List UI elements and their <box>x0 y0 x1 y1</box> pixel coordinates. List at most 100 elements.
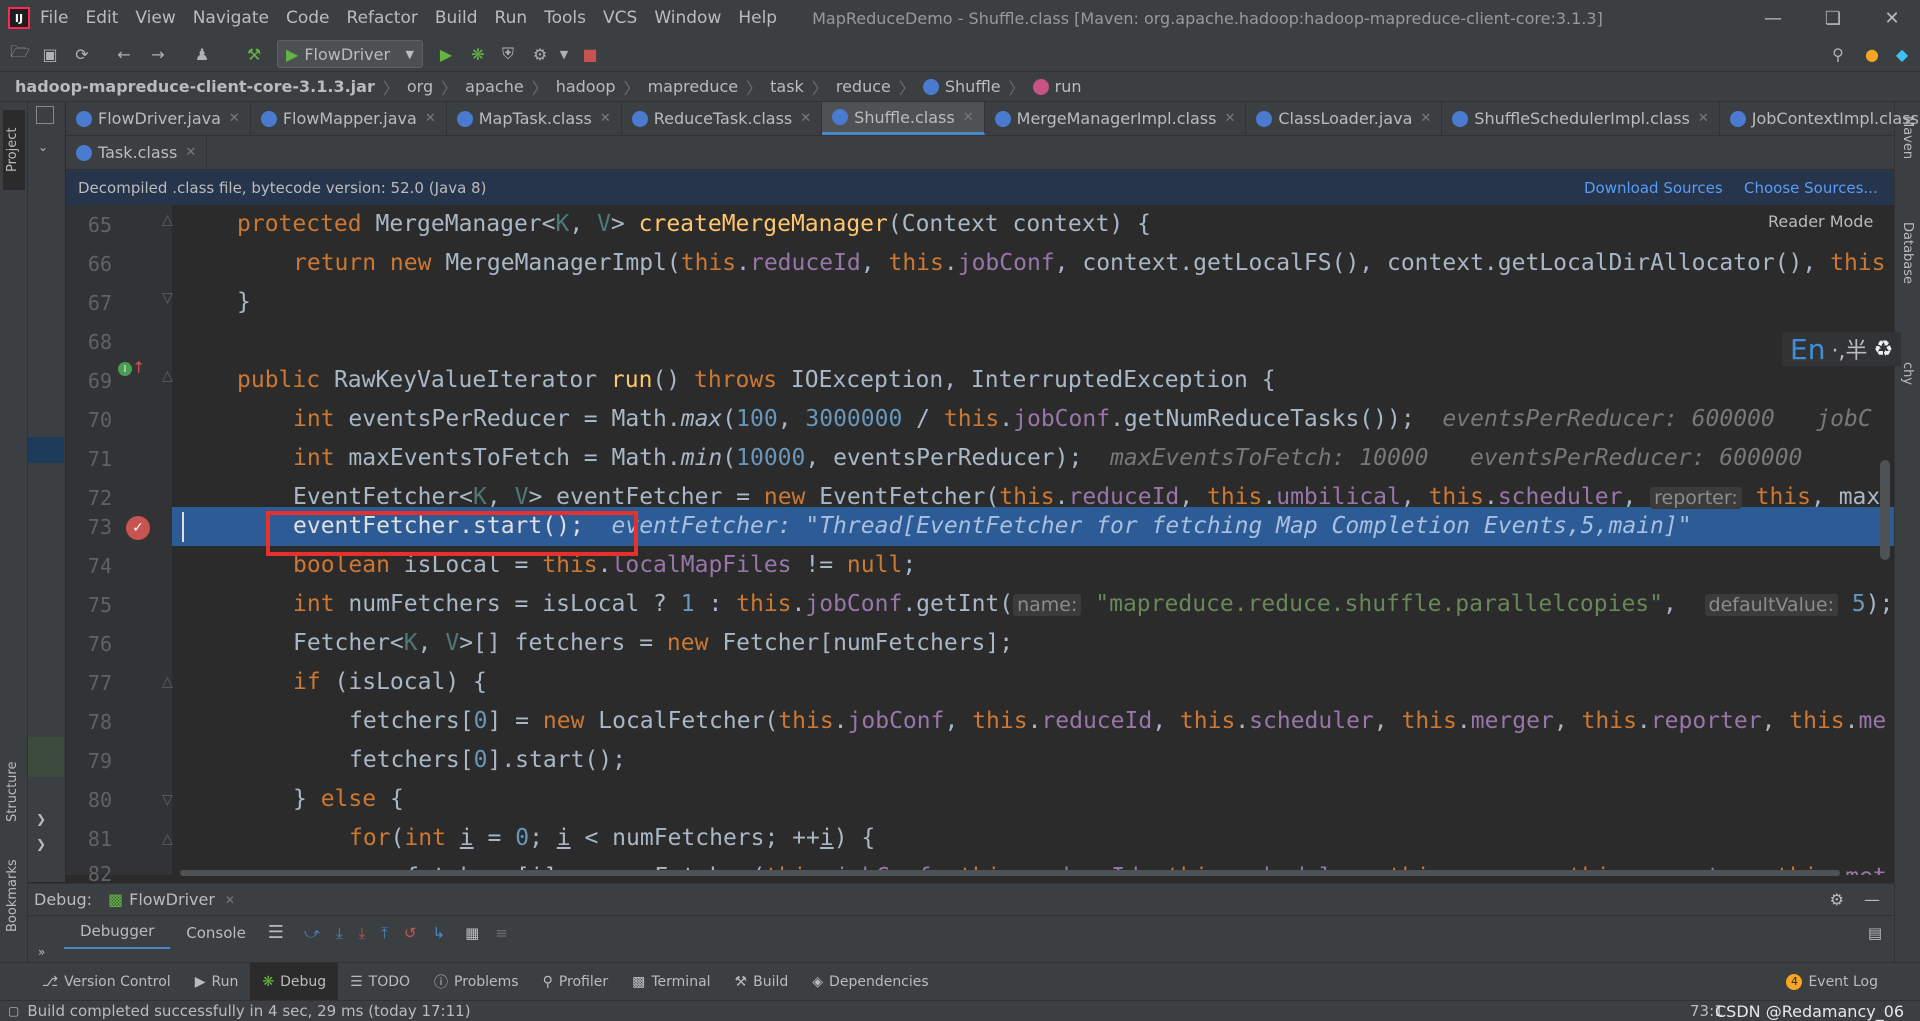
menu-refactor[interactable]: Refactor <box>347 8 418 28</box>
close-icon[interactable]: ✕ <box>425 111 436 126</box>
fold-icon[interactable]: △ <box>162 212 173 228</box>
database-tool-label[interactable]: Database <box>1900 222 1915 284</box>
bookmarks-tool-label[interactable]: Bookmarks <box>5 859 20 932</box>
tool-dependencies[interactable]: ◈ Dependencies <box>800 963 940 1001</box>
trace-icon[interactable]: ≡ <box>495 924 508 942</box>
download-sources-link[interactable]: Download Sources <box>1584 179 1723 197</box>
hierarchy-tool-label[interactable]: chy <box>1900 362 1915 385</box>
tool-build[interactable]: ⚒ Build <box>723 963 801 1001</box>
gear-icon[interactable]: ⚙ <box>1830 890 1844 909</box>
open-folder-icon[interactable]: 🗁 <box>8 42 32 66</box>
restore-icon[interactable]: ❏ <box>1805 0 1861 36</box>
tab-reducetask[interactable]: ReduceTask.class ✕ <box>622 102 823 135</box>
tab-debugger[interactable]: Debugger <box>64 916 171 950</box>
tool-terminal[interactable]: ▩ Terminal <box>620 963 722 1001</box>
more-run-chevron-icon[interactable]: ▼ <box>552 42 576 66</box>
minimize-icon[interactable]: — <box>1745 0 1801 36</box>
breadcrumb-mapreduce[interactable]: mapreduce <box>648 77 739 96</box>
tab-flowmapper[interactable]: FlowMapper.java ✕ <box>251 102 447 135</box>
build-hammer-icon[interactable]: ⚒ <box>242 42 266 66</box>
tab-shuffleschedulerimpl[interactable]: ShuffleSchedulerImpl.class ✕ <box>1442 102 1720 135</box>
force-step-into-icon[interactable]: ⤓ <box>359 924 366 942</box>
menu-tools[interactable]: Tools <box>544 8 586 28</box>
forward-icon[interactable]: → <box>146 42 170 66</box>
tab-jobcontextimpl[interactable]: JobContextImpl.class✕ <box>1720 102 1920 135</box>
breadcrumb-hadoop[interactable]: hadoop <box>556 77 616 96</box>
ime-indicator[interactable]: En ·,半 ♻ <box>1782 332 1902 366</box>
menu-navigate[interactable]: Navigate <box>193 8 269 28</box>
search-icon[interactable]: ⚲ <box>1826 42 1850 66</box>
close-icon[interactable]: ✕ <box>1224 111 1235 126</box>
close-icon[interactable]: ✕ <box>1698 111 1709 126</box>
reader-mode-toggle[interactable]: Reader Mode <box>1768 212 1873 231</box>
evaluate-expression-icon[interactable]: ▦ <box>465 924 479 942</box>
chevron-right-icon[interactable]: ❯ <box>36 837 46 851</box>
tab-classloader[interactable]: ClassLoader.java ✕ <box>1246 102 1443 135</box>
menu-code[interactable]: Code <box>286 8 330 28</box>
update-icon[interactable]: ● <box>1860 42 1884 66</box>
toolbox-icon[interactable]: ◆ <box>1890 42 1914 66</box>
step-out-icon[interactable]: ⤒ <box>381 924 388 942</box>
close-icon[interactable]: ✕ <box>1864 0 1920 36</box>
minimize-panel-icon[interactable]: — <box>1864 890 1880 909</box>
menu-run[interactable]: Run <box>495 8 528 28</box>
expand-icon[interactable]: » <box>38 945 45 959</box>
breadcrumb-shuffle[interactable]: Shuffle <box>945 77 1001 96</box>
fold-icon[interactable]: △ <box>162 368 173 384</box>
close-icon[interactable]: ✕ <box>800 111 811 126</box>
tool-event-log[interactable]: 4 Event Log <box>1774 963 1890 1001</box>
tool-debug[interactable]: ❋ Debug <box>250 962 339 1001</box>
sync-icon[interactable]: ⟳ <box>70 42 94 66</box>
layout-icon[interactable]: ▤ <box>1868 924 1882 942</box>
chevron-right-icon[interactable]: ❯ <box>36 812 46 826</box>
tab-task[interactable]: Task.class ✕ <box>66 136 208 169</box>
menu-window[interactable]: Window <box>654 8 721 28</box>
horizontal-scrollbar[interactable] <box>180 870 1840 876</box>
close-icon[interactable]: ✕ <box>185 145 196 160</box>
breadcrumb-task[interactable]: task <box>770 77 804 96</box>
project-tool-label[interactable]: Project <box>5 128 20 172</box>
implements-marker-icon[interactable]: I <box>118 362 132 376</box>
tab-console[interactable]: Console <box>170 916 262 950</box>
run-configuration-select[interactable]: ▶ FlowDriver ▼ <box>277 40 423 68</box>
structure-tool-label[interactable]: Structure <box>5 762 20 822</box>
back-icon[interactable]: ← <box>112 42 136 66</box>
menu-help[interactable]: Help <box>738 8 777 28</box>
menu-view[interactable]: View <box>135 8 175 28</box>
breadcrumb-org[interactable]: org <box>407 77 433 96</box>
tab-maptask[interactable]: MapTask.class ✕ <box>447 102 622 135</box>
tool-run[interactable]: ▶ Run <box>183 963 251 1001</box>
menu-vcs[interactable]: VCS <box>603 8 637 28</box>
tool-version-control[interactable]: ⎇ Version Control <box>30 963 183 1001</box>
breadcrumb-run[interactable]: run <box>1055 77 1082 96</box>
fold-icon[interactable]: ▽ <box>162 290 173 306</box>
panel-icon[interactable] <box>36 106 54 124</box>
fold-icon[interactable]: ▽ <box>162 792 173 808</box>
tool-problems[interactable]: ⓘ Problems <box>422 963 531 1001</box>
threads-menu-icon[interactable]: ☰ <box>268 922 284 943</box>
override-arrow-icon[interactable]: ↑ <box>132 358 145 377</box>
run-icon[interactable]: ▶ <box>434 42 458 66</box>
stop-icon[interactable]: ■ <box>578 42 602 66</box>
close-icon[interactable]: ✕ <box>600 111 611 126</box>
chevron-down-icon[interactable]: ⌄ <box>38 140 48 154</box>
menu-edit[interactable]: Edit <box>85 8 118 28</box>
close-icon[interactable]: ✕ <box>229 111 240 126</box>
close-icon[interactable]: ✕ <box>225 893 235 907</box>
breakpoint-icon[interactable]: ✓ <box>126 516 150 540</box>
tab-mergemanagerimpl[interactable]: MergeManagerImpl.class ✕ <box>985 102 1247 135</box>
save-icon[interactable]: ▣ <box>38 42 62 66</box>
tab-flowdriver[interactable]: FlowDriver.java ✕ <box>66 102 251 135</box>
step-over-icon[interactable]: ⤻ <box>304 924 320 942</box>
tool-todo[interactable]: ☰ TODO <box>338 963 422 1001</box>
profile-icon[interactable]: ⚙ <box>528 42 552 66</box>
user-icon[interactable]: ♟ <box>190 42 214 66</box>
debug-bug-icon[interactable]: ❋ <box>466 42 490 66</box>
breadcrumb-jar[interactable]: hadoop-mapreduce-client-core-3.1.3.jar <box>15 77 375 96</box>
fold-icon[interactable]: △ <box>162 674 173 690</box>
debug-session-tab[interactable]: FlowDriver <box>129 890 215 909</box>
coverage-icon[interactable]: ⛨ <box>496 42 520 66</box>
menu-build[interactable]: Build <box>435 8 478 28</box>
fold-icon[interactable]: △ <box>162 831 173 847</box>
close-icon[interactable]: ✕ <box>1420 111 1431 126</box>
